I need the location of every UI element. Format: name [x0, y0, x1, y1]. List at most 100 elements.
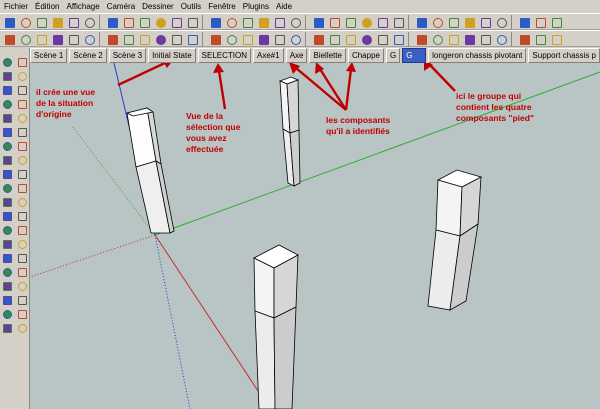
shadow-icon[interactable] [240, 15, 255, 30]
section-plane-icon[interactable] [224, 15, 239, 30]
paint-bucket-icon[interactable] [272, 32, 287, 47]
menu-item-4[interactable]: Dessiner [142, 2, 174, 11]
menu-item-3[interactable]: Caméra [107, 2, 135, 11]
left-tool-icon[interactable] [1, 322, 14, 334]
scene-tab-2[interactable]: Scène 3 [108, 48, 147, 63]
left-tool-icon[interactable] [16, 210, 29, 222]
section-plane-icon[interactable] [105, 32, 120, 47]
box-icon[interactable] [517, 15, 532, 30]
scene-tab-4[interactable]: SELECTION [197, 48, 251, 63]
redo-icon[interactable] [50, 15, 65, 30]
left-tool-icon[interactable] [1, 196, 14, 208]
xray-icon[interactable] [533, 32, 548, 47]
menu-item-0[interactable]: Fichier [4, 2, 28, 11]
left-tool-icon[interactable] [16, 238, 29, 250]
house-icon[interactable] [494, 15, 509, 30]
select-tool-icon[interactable] [2, 15, 17, 30]
scene-tab-9[interactable]: G [385, 48, 401, 63]
print-icon[interactable] [66, 15, 81, 30]
box-icon[interactable] [137, 15, 152, 30]
pan-icon[interactable] [462, 32, 477, 47]
print-icon[interactable] [327, 32, 342, 47]
left-tool-icon[interactable] [16, 98, 29, 110]
left-tool-icon[interactable] [1, 168, 14, 180]
left-tool-icon[interactable] [1, 70, 14, 82]
pillar-component-1[interactable] [125, 107, 175, 234]
menu-item-2[interactable]: Affichage [66, 2, 99, 11]
textured-icon[interactable] [343, 15, 358, 30]
house-icon[interactable] [2, 32, 17, 47]
wireframe-icon[interactable] [549, 32, 564, 47]
menu-item-8[interactable]: Aide [276, 2, 292, 11]
scene-tab-1[interactable]: Scène 2 [69, 48, 107, 63]
box-icon[interactable] [391, 32, 406, 47]
left-tool-icon[interactable] [1, 266, 14, 278]
left-tool-icon[interactable] [16, 126, 29, 138]
undo-icon[interactable] [414, 15, 429, 30]
menu-item-1[interactable]: Édition [35, 2, 59, 11]
xray-icon[interactable] [153, 32, 168, 47]
print-icon[interactable] [446, 15, 461, 30]
select-tool-icon[interactable] [375, 15, 390, 30]
component-icon[interactable] [82, 15, 97, 30]
shadow-icon[interactable] [494, 32, 509, 47]
scene-tab-10[interactable]: G [402, 48, 427, 63]
camera-icon[interactable] [359, 32, 374, 47]
wireframe-icon[interactable] [169, 32, 184, 47]
fog-icon[interactable] [517, 32, 532, 47]
left-tool-icon[interactable] [16, 140, 29, 152]
xray-icon[interactable] [272, 15, 287, 30]
fog-icon[interactable] [137, 32, 152, 47]
menu-item-6[interactable]: Fenêtre [208, 2, 236, 11]
left-tool-icon[interactable] [1, 84, 14, 96]
walk-icon[interactable] [153, 15, 168, 30]
monochrome-icon[interactable] [240, 32, 255, 47]
orbit-icon[interactable] [66, 32, 81, 47]
left-tool-icon[interactable] [16, 196, 29, 208]
left-tool-icon[interactable] [16, 112, 29, 124]
zoom-icon[interactable] [430, 32, 445, 47]
left-tool-icon[interactable] [16, 252, 29, 264]
scene-tab-0[interactable]: Scène 1 [30, 48, 68, 63]
left-tool-icon[interactable] [1, 252, 14, 264]
component-icon[interactable] [462, 15, 477, 30]
left-tool-icon[interactable] [16, 322, 29, 334]
paint-bucket-icon[interactable] [18, 15, 33, 30]
left-tool-icon[interactable] [16, 266, 29, 278]
select-tool-icon[interactable] [256, 32, 271, 47]
scene-tab-6[interactable]: Axe [285, 48, 308, 63]
paint-bucket-icon[interactable] [391, 15, 406, 30]
left-tool-icon[interactable] [16, 294, 29, 306]
component-icon[interactable] [343, 32, 358, 47]
left-tool-icon[interactable] [1, 308, 14, 320]
left-tool-icon[interactable] [1, 56, 14, 68]
left-tool-icon[interactable] [1, 294, 14, 306]
pan-icon[interactable] [208, 15, 223, 30]
left-tool-icon[interactable] [16, 224, 29, 236]
left-tool-icon[interactable] [1, 98, 14, 110]
left-tool-icon[interactable] [16, 308, 29, 320]
zoom-icon[interactable] [549, 15, 564, 30]
fog-icon[interactable] [256, 15, 271, 30]
camera-icon[interactable] [105, 15, 120, 30]
hidden-line-icon[interactable] [185, 32, 200, 47]
shaded-icon[interactable] [208, 32, 223, 47]
pan-icon[interactable] [82, 32, 97, 47]
section-plane-icon[interactable] [478, 32, 493, 47]
undo-icon[interactable] [34, 15, 49, 30]
scene-tab-8[interactable]: Chappe [347, 48, 384, 63]
left-tool-icon[interactable] [1, 126, 14, 138]
house-icon[interactable] [375, 32, 390, 47]
shadow-icon[interactable] [121, 32, 136, 47]
scene-tab-7[interactable]: Biellette [309, 48, 346, 63]
menu-item-7[interactable]: Plugins [243, 2, 269, 11]
orbit-icon[interactable] [185, 15, 200, 30]
shaded-icon[interactable] [327, 15, 342, 30]
left-tool-icon[interactable] [1, 112, 14, 124]
zoom-icon[interactable] [169, 15, 184, 30]
walk-icon[interactable] [533, 15, 548, 30]
scene-tab-12[interactable]: Support chassis p [528, 48, 600, 63]
pillar-component-4[interactable] [253, 244, 299, 409]
left-tool-icon[interactable] [1, 280, 14, 292]
pillar-component-2[interactable] [278, 76, 301, 187]
